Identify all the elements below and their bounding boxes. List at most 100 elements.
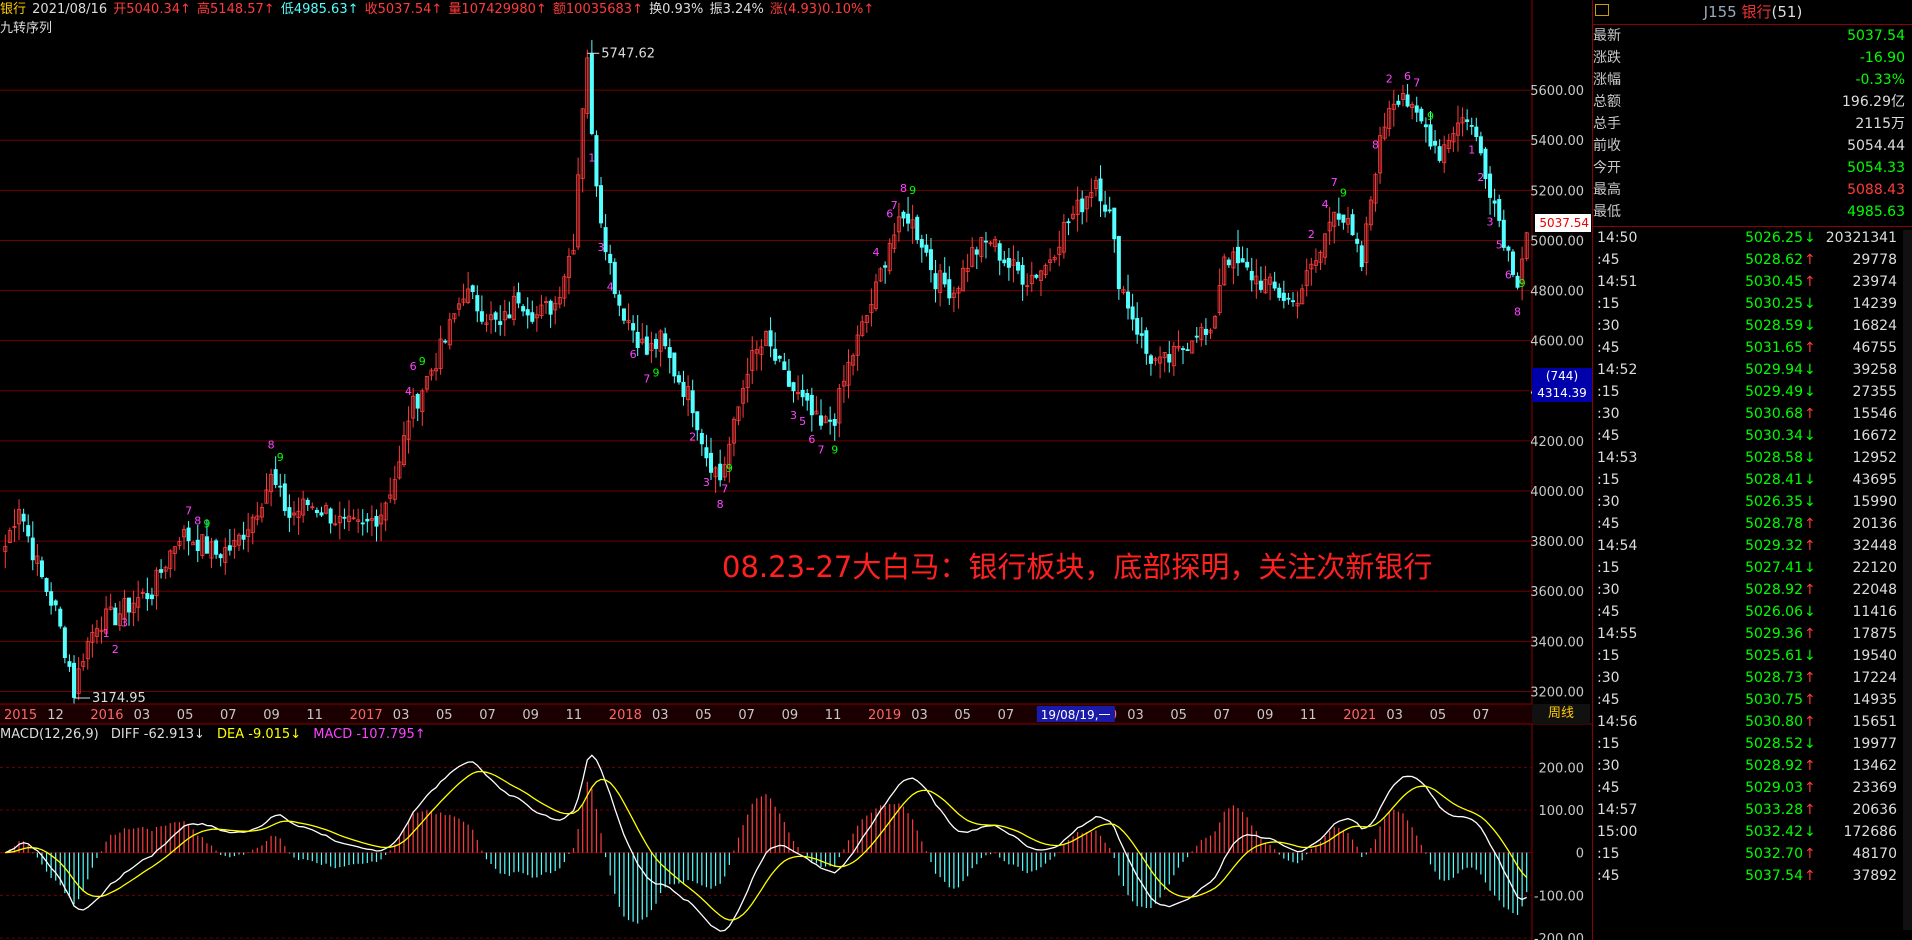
tick-direction: ↑	[1804, 714, 1816, 730]
candle-body	[663, 333, 668, 347]
open-value: 开5040.34↑	[113, 2, 191, 17]
tick-price: 5028.78	[1745, 516, 1803, 532]
candle-body	[942, 272, 947, 285]
tick-volume: 22048	[1852, 582, 1897, 598]
candle-body	[1423, 124, 1428, 128]
tick-time: 14:53	[1597, 450, 1638, 466]
macd-dea: DEA -9.015↓	[217, 727, 302, 742]
tick-time: :30	[1597, 406, 1620, 422]
tick-row[interactable]: :30 5028.73 ↑ 17224	[1593, 667, 1912, 689]
tick-row[interactable]: :45 5031.65 ↑ 46755	[1593, 337, 1912, 359]
tick-volume: 17875	[1852, 626, 1897, 642]
candle-body	[1236, 246, 1241, 264]
macd-tick-label: -100.00	[1534, 889, 1584, 904]
tick-direction: ↓	[1804, 450, 1816, 466]
time-tick-label: 07	[998, 708, 1015, 723]
time-tick-label: 09	[1257, 708, 1274, 723]
tick-row[interactable]: 14:53 5028.58 ↓ 12952	[1593, 447, 1912, 469]
candle-body	[608, 253, 613, 264]
candle-body	[195, 539, 200, 552]
tick-row[interactable]: :45 5030.34 ↓ 16672	[1593, 425, 1912, 447]
tick-row[interactable]: 14:52 5029.94 ↓ 39258	[1593, 359, 1912, 381]
tick-volume: 11416	[1852, 604, 1897, 620]
tick-direction: ↑	[1804, 252, 1816, 268]
tick-row[interactable]: :15 5027.41 ↓ 22120	[1593, 557, 1912, 579]
tick-row[interactable]: :45 5028.62 ↑ 29778	[1593, 249, 1912, 271]
tick-time: :45	[1597, 692, 1620, 708]
tick-scrollbar[interactable]	[1903, 230, 1912, 930]
tick-price: 5029.49	[1745, 384, 1803, 400]
tick-volume: 46755	[1852, 340, 1897, 356]
tick-volume: 15651	[1852, 714, 1897, 730]
tick-volume: 20136	[1852, 516, 1897, 532]
time-tick-label: 07	[1473, 708, 1490, 723]
tick-list[interactable]: 14:50 5026.25 ↓ 20321341:45 5028.62 ↑ 29778 14:…	[1593, 227, 1912, 887]
tick-row[interactable]: :15 5032.70 ↑ 48170	[1593, 843, 1912, 865]
tick-row[interactable]: :45 5028.78 ↑ 20136	[1593, 513, 1912, 535]
tick-direction: ↓	[1804, 648, 1816, 664]
time-tick-label: 07	[1214, 708, 1231, 723]
tick-row[interactable]: 14:55 5029.36 ↑ 17875	[1593, 623, 1912, 645]
sequence-label: 1	[588, 152, 595, 165]
period-selector-weekly[interactable]: 周线	[1532, 704, 1590, 724]
candle-body	[1148, 355, 1153, 364]
quote-row: 最高 5088.43	[1593, 179, 1912, 201]
candle-body	[204, 536, 209, 554]
tick-row[interactable]: 15:00 5032.42 ↓ 172686	[1593, 821, 1912, 843]
candle-body	[548, 300, 553, 315]
tick-row[interactable]: :30 5028.92 ↑ 13462	[1593, 755, 1912, 777]
panel-name: 银行	[1741, 3, 1772, 21]
tick-row[interactable]: :45 5037.54 ↑ 37892	[1593, 865, 1912, 887]
tick-row[interactable]: :15 5029.49 ↓ 27355	[1593, 381, 1912, 403]
chart-canvas[interactable]: 12378 98946 913467 9238973 567 9468 97247982 6 7…	[0, 0, 1592, 940]
tick-price: 5032.70	[1745, 846, 1803, 862]
tick-row[interactable]: :30 5028.59 ↓ 16824	[1593, 315, 1912, 337]
candle-body	[901, 211, 906, 219]
quote-row: 前收 5054.44	[1593, 135, 1912, 157]
candle-body	[26, 525, 31, 537]
tick-time: :45	[1597, 516, 1620, 532]
candle-body	[342, 516, 347, 519]
tick-row[interactable]: 14:51 5030.45 ↑ 23974	[1593, 271, 1912, 293]
tick-volume: 43695	[1852, 472, 1897, 488]
tick-row[interactable]: :15 5028.41 ↓ 43695	[1593, 469, 1912, 491]
tick-price: 5028.52	[1745, 736, 1803, 752]
tick-row[interactable]: :30 5026.35 ↓ 15990	[1593, 491, 1912, 513]
candle-body	[1350, 214, 1355, 236]
candle-body	[906, 213, 911, 224]
tick-row[interactable]: :30 5028.92 ↑ 22048	[1593, 579, 1912, 601]
tick-volume: 14935	[1852, 692, 1897, 708]
high-label: 5747.62	[601, 46, 655, 61]
price-tick-label: 5000.00	[1530, 234, 1584, 249]
tick-row[interactable]: :15 5025.61 ↓ 19540	[1593, 645, 1912, 667]
tick-row[interactable]: :15 5030.25 ↓ 14239	[1593, 293, 1912, 315]
candle-body	[1126, 291, 1131, 309]
tick-direction: ↑	[1804, 274, 1816, 290]
tick-row[interactable]: :45 5029.03 ↑ 23369	[1593, 777, 1912, 799]
tick-row[interactable]: 14:50 5026.25 ↓ 20321341	[1593, 227, 1912, 249]
candle-body	[1103, 204, 1108, 212]
price-tick-label: 3200.00	[1530, 685, 1584, 700]
tick-price: 5030.25	[1745, 296, 1803, 312]
candle-body	[818, 415, 823, 426]
candle-body	[1478, 136, 1483, 154]
tick-row[interactable]: 14:54 5029.32 ↑ 32448	[1593, 535, 1912, 557]
tick-volume: 17224	[1852, 670, 1897, 686]
cursor-price-box: (744) 4314.39	[1532, 368, 1592, 402]
candle-body	[832, 419, 837, 426]
tick-row[interactable]: 14:56 5030.80 ↑ 15651	[1593, 711, 1912, 733]
tick-row[interactable]: :30 5030.68 ↑ 15546	[1593, 403, 1912, 425]
sequence-label: 3	[121, 617, 128, 630]
tick-row[interactable]: 14:57 5033.28 ↑ 20636	[1593, 799, 1912, 821]
time-tick-label: 09	[522, 708, 539, 723]
tick-row[interactable]: :45 5026.06 ↓ 11416	[1593, 601, 1912, 623]
candle-body	[672, 352, 677, 377]
tick-row[interactable]: :15 5028.52 ↓ 19977	[1593, 733, 1912, 755]
candle-body	[1167, 354, 1172, 363]
amplitude-value: 振3.24%	[709, 2, 764, 17]
tick-row[interactable]: :45 5030.75 ↑ 14935	[1593, 689, 1912, 711]
price-tick-label: 5400.00	[1530, 134, 1584, 149]
candle-body	[273, 469, 278, 485]
quote-label: 涨跌	[1593, 50, 1621, 66]
tick-volume: 19540	[1852, 648, 1897, 664]
